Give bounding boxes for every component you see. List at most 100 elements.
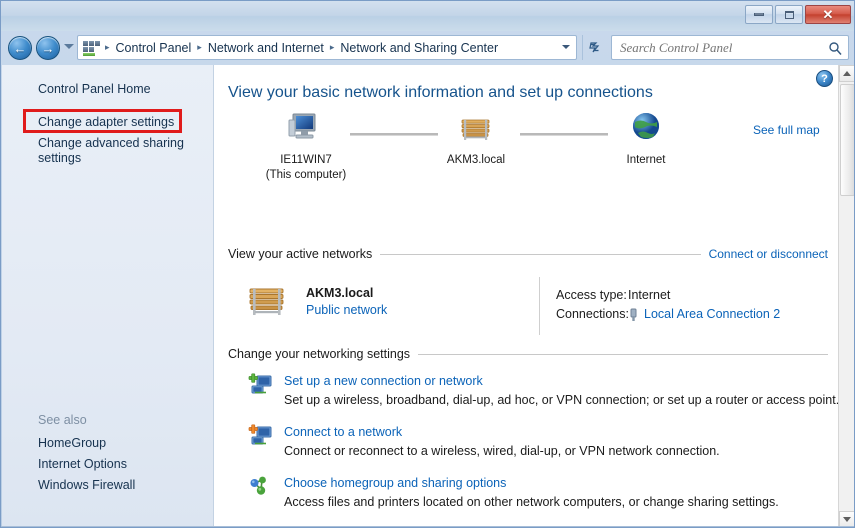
vertical-divider <box>539 277 540 335</box>
see-full-map-link[interactable]: See full map <box>753 123 820 137</box>
back-button[interactable]: ← <box>8 36 32 60</box>
active-network-details: Access type: Internet Connections: Local… <box>556 286 780 324</box>
minimize-button[interactable] <box>745 5 773 24</box>
control-panel-window: ✕ ← → ▸ Control Panel ▸ Network and Inte… <box>0 0 855 528</box>
breadcrumb-control-panel[interactable]: Control Panel <box>114 41 194 55</box>
main-content: ? View your basic network information an… <box>214 65 855 528</box>
setting-title[interactable]: Choose homegroup and sharing options <box>284 475 844 491</box>
setting-description: Access files and printers located on oth… <box>284 493 844 511</box>
search-box[interactable] <box>611 35 849 60</box>
help-button[interactable]: ? <box>816 70 833 87</box>
new-connection-icon <box>248 373 274 397</box>
bench-network-icon <box>244 281 292 325</box>
bench-network-icon <box>456 111 496 147</box>
search-icon[interactable] <box>828 41 842 55</box>
active-network-info: AKM3.local Public network <box>306 286 387 317</box>
detail-key: Connections: <box>556 305 628 324</box>
node-label: AKM3.local <box>416 154 536 167</box>
change-settings-heading: Change your networking settings <box>228 347 410 361</box>
breadcrumb-separator-icon: ▸ <box>326 43 339 52</box>
detail-row-connections: Connections: Local Area Connection 2 <box>556 305 780 324</box>
sidebar-item-label: Internet Options <box>38 457 127 471</box>
recent-pages-chevron-down-icon[interactable] <box>64 44 74 49</box>
close-icon: ✕ <box>823 8 834 21</box>
node-sublabel: (This computer) <box>246 169 366 182</box>
globe-icon <box>626 111 666 147</box>
sidebar-item-windows-firewall[interactable]: Windows Firewall <box>2 475 214 496</box>
see-also-title: See also <box>2 413 214 433</box>
navigation-bar: ← → ▸ Control Panel ▸ Network and Intern… <box>1 31 855 65</box>
title-bar: ✕ <box>1 1 855 31</box>
window-body: Control Panel Home Change adapter settin… <box>2 65 855 528</box>
network-map-node-computer[interactable]: IE11WIN7 (This computer) <box>246 111 366 182</box>
refresh-button[interactable] <box>582 35 606 60</box>
active-networks-heading-row: View your active networks Connect or dis… <box>228 247 828 261</box>
sidebar-item-label: HomeGroup <box>38 436 106 450</box>
window-controls: ✕ <box>745 5 851 24</box>
change-settings-heading-row: Change your networking settings <box>228 347 828 361</box>
back-arrow-icon: ← <box>14 42 27 55</box>
divider <box>418 354 828 355</box>
setting-description: Connect or reconnect to a wireless, wire… <box>284 442 844 460</box>
ethernet-adapter-icon <box>628 308 639 322</box>
sidebar-item-label: Windows Firewall <box>38 478 135 492</box>
close-button[interactable]: ✕ <box>805 5 851 24</box>
computer-icon <box>286 111 326 147</box>
sidebar-item-internet-options[interactable]: Internet Options <box>2 454 214 475</box>
chevron-down-icon <box>843 517 851 522</box>
sidebar-item-control-panel-home[interactable]: Control Panel Home <box>2 79 213 100</box>
divider <box>380 254 700 255</box>
setting-title[interactable]: Set up a new connection or network <box>284 373 844 389</box>
control-panel-icon <box>82 40 99 55</box>
detail-row-access-type: Access type: Internet <box>556 286 780 305</box>
active-networks-panel: AKM3.local Public network Access type: I… <box>244 277 834 335</box>
sidebar-item-homegroup[interactable]: HomeGroup <box>2 433 214 454</box>
scroll-up-button[interactable] <box>839 65 855 82</box>
maximize-icon <box>785 11 794 19</box>
see-also-section: See also HomeGroup Internet Options Wind… <box>2 413 214 496</box>
forward-button[interactable]: → <box>36 36 60 60</box>
homegroup-icon <box>248 475 274 499</box>
sidebar-item-label: Control Panel Home <box>38 82 151 96</box>
sidebar-item-label: Change adapter settings <box>38 115 174 129</box>
active-network-name: AKM3.local <box>306 286 387 300</box>
active-network-icon-wrapper <box>244 281 292 330</box>
page-title: View your basic network information and … <box>228 84 653 102</box>
node-label: IE11WIN7 <box>246 154 366 167</box>
breadcrumb-network-and-sharing-center[interactable]: Network and Sharing Center <box>338 41 500 55</box>
sidebar-item-change-advanced-sharing-settings[interactable]: Change advanced sharing settings <box>2 133 213 169</box>
status-line <box>1 526 855 527</box>
breadcrumb-network-and-internet[interactable]: Network and Internet <box>206 41 326 55</box>
search-input[interactable] <box>618 39 828 57</box>
sidebar-item-change-adapter-settings-wrapper: Change adapter settings <box>2 112 213 133</box>
breadcrumb-separator-icon: ▸ <box>193 43 206 52</box>
minimize-icon <box>754 13 764 16</box>
maximize-button[interactable] <box>775 5 803 24</box>
active-networks-heading: View your active networks <box>228 247 372 261</box>
vertical-scrollbar[interactable] <box>838 65 855 528</box>
connect-network-icon <box>248 424 274 448</box>
setting-description: Set up a wireless, broadband, dial-up, a… <box>284 391 844 409</box>
sidebar-item-label: Change advanced sharing settings <box>38 136 184 165</box>
network-map-node-internet[interactable]: Internet <box>586 111 706 167</box>
detail-key: Access type: <box>556 286 628 305</box>
active-network-type-link[interactable]: Public network <box>306 303 387 317</box>
change-settings-list: Set up a new connection or network Set u… <box>244 373 844 528</box>
setting-set-up-new-connection[interactable]: Set up a new connection or network Set u… <box>244 373 844 409</box>
breadcrumb-separator-icon: ▸ <box>101 43 114 52</box>
help-icon: ? <box>821 73 828 85</box>
detail-value-link[interactable]: Local Area Connection 2 <box>644 305 780 324</box>
detail-value: Internet <box>628 286 670 305</box>
network-map: IE11WIN7 (This computer) <box>228 111 828 173</box>
address-bar[interactable]: ▸ Control Panel ▸ Network and Internet ▸… <box>77 35 577 60</box>
network-map-node-network[interactable]: AKM3.local <box>416 111 536 167</box>
node-label: Internet <box>586 154 706 167</box>
setting-choose-homegroup[interactable]: Choose homegroup and sharing options Acc… <box>244 475 844 511</box>
forward-arrow-icon: → <box>42 42 55 55</box>
scrollbar-thumb[interactable] <box>840 84 855 196</box>
address-dropdown-chevron-down-icon[interactable] <box>562 45 570 49</box>
connect-or-disconnect-link[interactable]: Connect or disconnect <box>709 247 828 261</box>
sidebar-item-change-adapter-settings[interactable]: Change adapter settings <box>2 112 213 133</box>
setting-title[interactable]: Connect to a network <box>284 424 844 440</box>
setting-connect-to-network[interactable]: Connect to a network Connect or reconnec… <box>244 424 844 460</box>
